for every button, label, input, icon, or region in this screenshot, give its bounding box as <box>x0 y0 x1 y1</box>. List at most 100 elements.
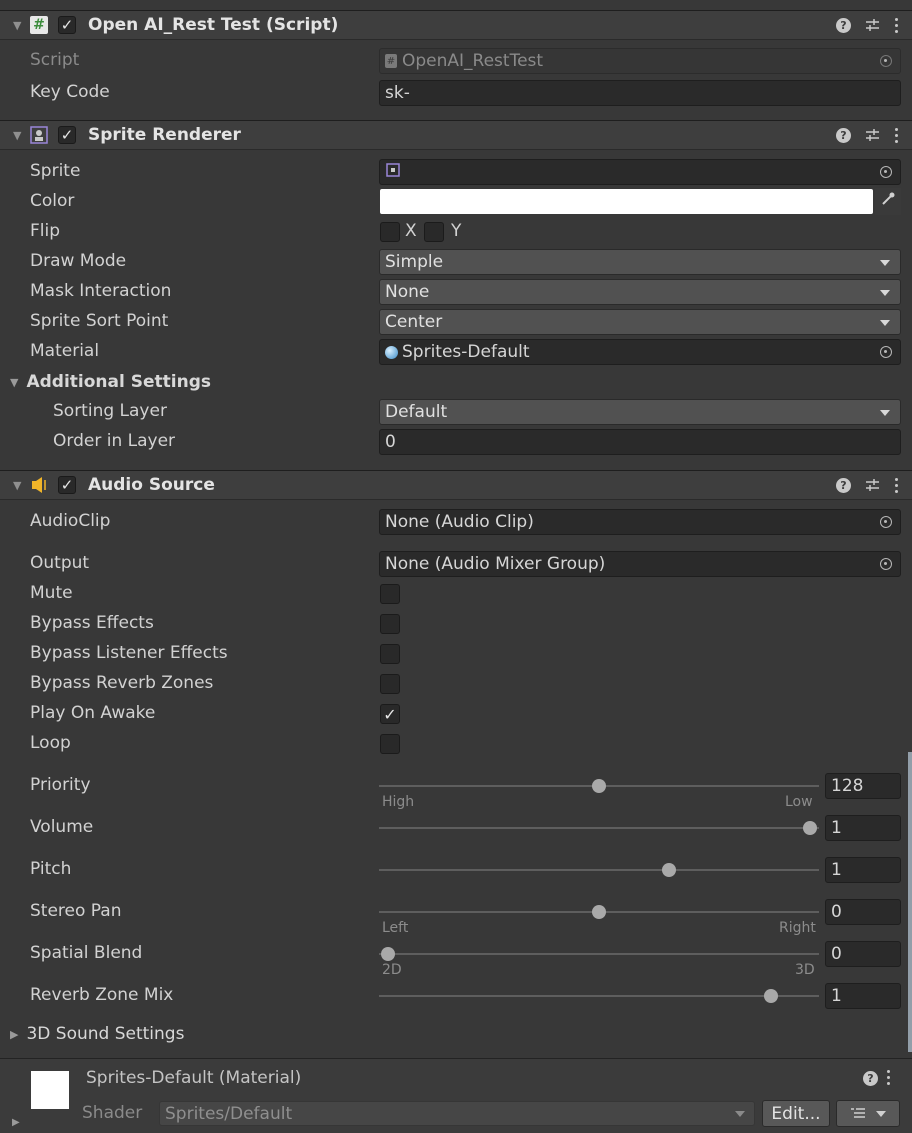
audio-source-header[interactable]: ▼ ✓ Audio Source ? <box>0 470 912 500</box>
pitch-input[interactable]: 1 <box>825 857 901 883</box>
sprite-renderer-header[interactable]: ▼ ✓ Sprite Renderer ? <box>0 120 912 150</box>
play-on-awake-checkbox[interactable]: ✓ <box>380 704 400 724</box>
volume-slider-knob[interactable] <box>803 821 818 835</box>
reverb-zone-mix-label: Reverb Zone Mix <box>30 985 174 1005</box>
stereo-pan-max-label: Right <box>779 920 816 936</box>
sprite-renderer-enabled-checkbox[interactable]: ✓ <box>58 126 76 144</box>
reverb-zone-mix-input[interactable]: 1 <box>825 983 901 1009</box>
output-value: None (Audio Mixer Group) <box>385 554 606 574</box>
spatial-blend-input[interactable]: 0 <box>825 941 901 967</box>
priority-input[interactable]: 128 <box>825 773 901 799</box>
bypass-listener-effects-checkbox[interactable] <box>380 644 400 664</box>
draw-mode-dropdown[interactable]: Simple <box>379 249 901 275</box>
shader-edit-button[interactable]: Edit... <box>762 1100 830 1127</box>
shader-edit-label: Edit... <box>771 1103 821 1124</box>
bypass-reverb-zones-label: Bypass Reverb Zones <box>30 673 214 693</box>
material-preview-swatch <box>31 1071 69 1109</box>
script-hash-icon: # <box>29 15 49 35</box>
dropdown-arrow-icon <box>735 1111 745 1117</box>
reverb-zone-mix-slider[interactable] <box>379 989 819 1003</box>
audioclip-field[interactable]: None (Audio Clip) <box>379 509 901 535</box>
stereo-pan-input[interactable]: 0 <box>825 899 901 925</box>
sprite-sort-point-dropdown[interactable]: Center <box>379 309 901 335</box>
help-icon[interactable]: ? <box>836 477 851 493</box>
sprite-label: Sprite <box>30 161 81 181</box>
foldout-arrow-icon: ▼ <box>10 375 19 389</box>
color-label: Color <box>30 191 75 211</box>
eyedropper-button[interactable] <box>875 188 901 215</box>
object-picker-icon[interactable] <box>872 510 900 534</box>
help-icon[interactable]: ? <box>836 127 851 143</box>
audio-source-enabled-checkbox[interactable]: ✓ <box>58 476 76 494</box>
reverb-zone-mix-slider-knob[interactable] <box>763 989 778 1003</box>
presets-icon[interactable] <box>865 17 880 33</box>
sorting-layer-dropdown[interactable]: Default <box>379 399 901 425</box>
priority-slider-knob[interactable] <box>592 779 606 793</box>
sorting-layer-label: Sorting Layer <box>53 401 167 421</box>
spatial-blend-max-label: 3D <box>795 962 815 978</box>
more-options-icon[interactable] <box>894 127 898 143</box>
pitch-slider[interactable] <box>379 863 819 877</box>
sprite-field[interactable] <box>379 159 901 185</box>
mask-interaction-value: None <box>385 282 430 302</box>
flip-y-label: Y <box>451 221 462 241</box>
script-component-title: Open AI_Rest Test (Script) <box>88 15 339 35</box>
mask-interaction-dropdown[interactable]: None <box>379 279 901 305</box>
help-icon[interactable]: ? <box>863 1071 878 1086</box>
key-code-input[interactable]: sk- <box>379 80 901 106</box>
script-component-header[interactable]: ▼ # ✓ Open AI_Rest Test (Script) ? <box>0 10 912 40</box>
stereo-pan-slider-knob[interactable] <box>592 905 606 919</box>
list-icon <box>850 1104 866 1124</box>
script-label: Script <box>30 50 80 70</box>
pitch-slider-knob[interactable] <box>662 863 677 877</box>
loop-checkbox[interactable] <box>380 734 400 754</box>
stereo-pan-slider[interactable] <box>379 905 819 919</box>
audioclip-label: AudioClip <box>30 511 111 531</box>
script-enabled-checkbox[interactable]: ✓ <box>58 16 76 34</box>
material-sphere-icon <box>385 345 398 359</box>
sound-3d-settings-foldout[interactable]: ▶ 3D Sound Settings <box>10 1024 184 1044</box>
additional-settings-foldout[interactable]: ▼ Additional Settings <box>10 372 211 392</box>
help-icon[interactable]: ? <box>836 17 851 33</box>
object-picker-icon[interactable] <box>872 340 900 364</box>
priority-slider[interactable] <box>379 779 819 793</box>
spatial-blend-slider[interactable] <box>379 947 819 961</box>
flip-y-checkbox[interactable] <box>424 222 444 242</box>
scrollbar-edge <box>908 752 912 1052</box>
object-picker-icon[interactable] <box>872 160 900 184</box>
presets-icon[interactable] <box>865 127 880 143</box>
collapse-arrow-icon[interactable]: ▼ <box>13 129 21 142</box>
more-options-icon[interactable] <box>894 477 898 493</box>
bypass-effects-checkbox[interactable] <box>380 614 400 634</box>
presets-icon[interactable] <box>865 477 880 493</box>
flip-x-checkbox[interactable] <box>380 222 400 242</box>
collapse-arrow-icon[interactable]: ▼ <box>13 479 21 492</box>
spatial-blend-min-label: 2D <box>382 962 402 978</box>
collapse-arrow-icon[interactable]: ▼ <box>13 19 21 32</box>
chevron-down-icon <box>876 1110 886 1117</box>
volume-slider[interactable] <box>379 821 819 835</box>
volume-label: Volume <box>30 817 94 837</box>
priority-max-label: Low <box>785 794 813 810</box>
bypass-reverb-zones-checkbox[interactable] <box>380 674 400 694</box>
key-code-label: Key Code <box>30 82 110 102</box>
color-swatch[interactable] <box>380 189 873 214</box>
material-expand-arrow-icon[interactable]: ▶ <box>12 1117 20 1128</box>
output-field[interactable]: None (Audio Mixer Group) <box>379 551 901 577</box>
output-label: Output <box>30 553 90 573</box>
material-title: Sprites-Default (Material) <box>86 1068 302 1088</box>
sprite-sort-point-value: Center <box>385 312 443 332</box>
sprite-renderer-icon <box>29 125 49 145</box>
bypass-listener-effects-label: Bypass Listener Effects <box>30 643 228 663</box>
material-field[interactable]: Sprites-Default <box>379 339 901 365</box>
object-picker-icon[interactable] <box>872 552 900 576</box>
more-options-icon[interactable] <box>894 17 898 33</box>
shader-options-button[interactable] <box>836 1100 900 1127</box>
order-in-layer-input[interactable]: 0 <box>379 429 901 455</box>
volume-input[interactable]: 1 <box>825 815 901 841</box>
material-value: Sprites-Default <box>402 342 530 362</box>
mute-checkbox[interactable] <box>380 584 400 604</box>
more-options-icon[interactable] <box>886 1070 890 1085</box>
spatial-blend-slider-knob[interactable] <box>380 947 395 961</box>
draw-mode-label: Draw Mode <box>30 251 127 271</box>
